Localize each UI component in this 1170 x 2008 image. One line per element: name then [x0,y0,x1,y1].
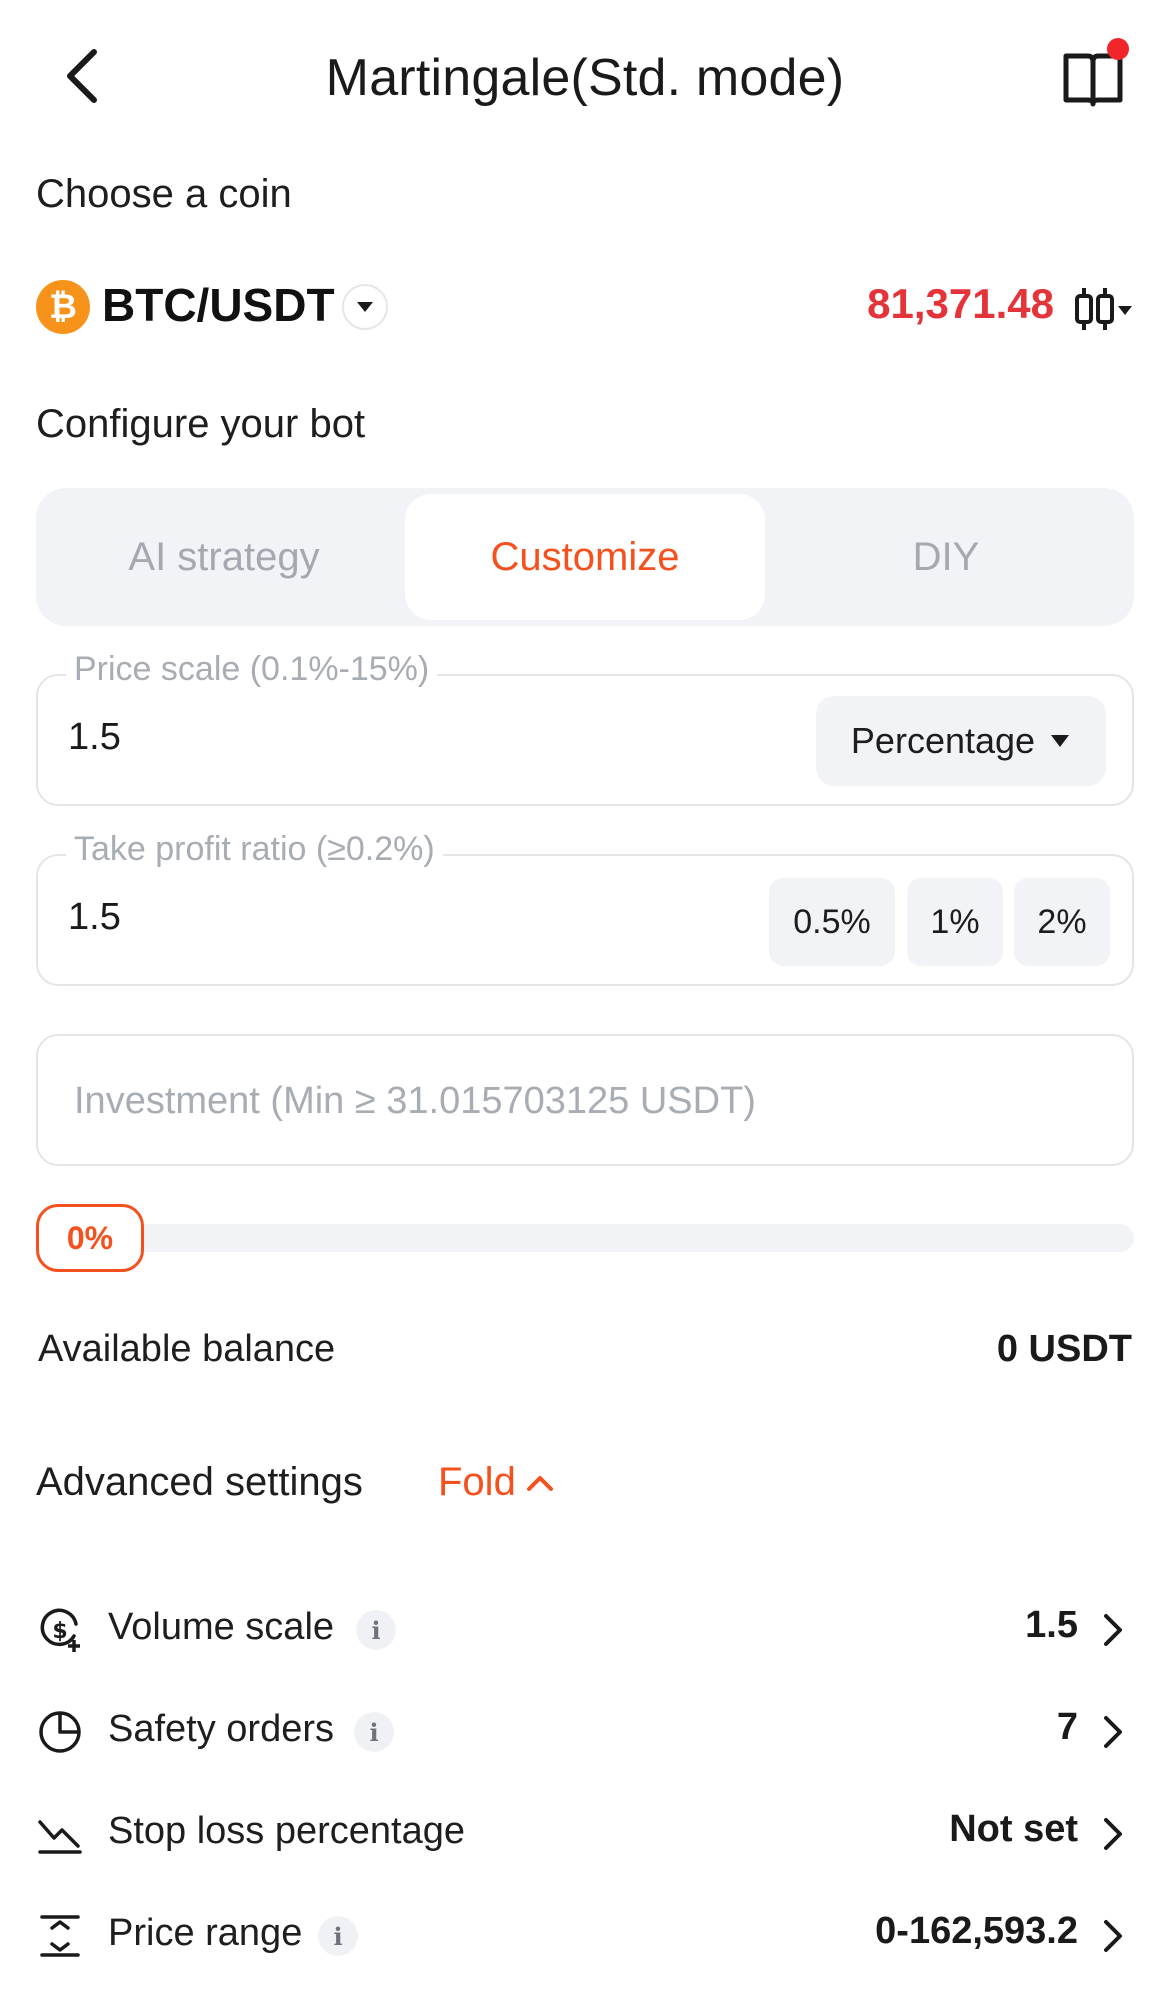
preset-chip-1[interactable]: 1% [907,878,1003,966]
safety-orders-value: 7 [1056,1706,1078,1748]
available-balance-value: 0 USDT [996,1328,1132,1370]
coin-pair[interactable]: BTC/USDT [102,278,335,332]
investment-input[interactable]: Investment (Min ≥ 31.015703125 USDT) [74,1080,756,1123]
setting-row-stop-loss[interactable]: Stop loss percentage Not set [36,1802,1134,1866]
candlestick-icon [1075,288,1132,330]
btc-coin-icon: ₿ [36,280,90,334]
stop-loss-value: Not set [949,1808,1078,1850]
caret-down-icon [357,302,373,312]
chevron-up-icon [526,1475,553,1491]
setting-row-price-range[interactable]: Price range i 0-162,593.2 [36,1904,1134,1968]
svg-text:$: $ [52,1619,67,1644]
caret-down-icon [1051,735,1070,747]
price-scale-input[interactable]: 1.5 [68,716,121,759]
pie-chart-icon [39,1711,81,1753]
chevron-right-icon [1104,1716,1122,1748]
price-scale-field[interactable]: Price scale (0.1%-15%) 1.5 Percentage [36,650,1134,806]
coin-selector-row: ₿ BTC/USDT 81,371.48 [36,278,1136,338]
dollar-cycle-icon: $ [40,1608,80,1652]
configure-bot-label: Configure your bot [36,402,366,446]
safety-orders-label: Safety orders [108,1708,334,1750]
setting-row-safety-orders[interactable]: Safety orders i 7 [36,1700,1134,1764]
kline-chart-button[interactable] [1072,284,1136,334]
tab-diy[interactable]: DIY [766,494,1126,620]
unit-select-label: Percentage [850,720,1036,761]
chevron-right-icon [1104,1614,1122,1646]
info-icon[interactable]: i [318,1916,358,1956]
choose-coin-label: Choose a coin [36,172,292,216]
tab-customize[interactable]: Customize [405,494,765,620]
tab-ai-strategy[interactable]: AI strategy [44,494,404,620]
info-icon[interactable]: i [356,1610,396,1650]
chevron-right-icon [1104,1920,1122,1952]
take-profit-input[interactable]: 1.5 [68,896,121,939]
volume-scale-value: 1.5 [1025,1604,1078,1646]
price-range-value: 0-162,593.2 [875,1910,1078,1952]
fold-button[interactable]: Fold [438,1460,554,1505]
page-title: Martingale(Std. mode) [325,49,845,107]
price-range-icon [40,1915,80,1957]
header-bar: Martingale(Std. mode) [0,0,1170,152]
price-scale-unit-select[interactable]: Percentage [816,696,1106,786]
advanced-settings-title: Advanced settings [36,1460,363,1504]
take-profit-label: Take profit ratio (≥0.2%) [66,830,443,869]
preset-chip-0-5[interactable]: 0.5% [769,878,895,966]
preset-chip-2[interactable]: 2% [1014,878,1110,966]
available-balance-label: Available balance [38,1328,336,1370]
setting-row-volume-scale[interactable]: $ Volume scale i 1.5 [36,1598,1134,1662]
coin-dropdown-button[interactable] [342,284,388,330]
investment-slider-thumb[interactable]: 0% [36,1204,144,1272]
trend-down-icon [38,1820,82,1854]
strategy-segmented-control: AI strategy Customize DIY [36,488,1134,626]
investment-slider-track[interactable] [36,1224,1134,1252]
chevron-right-icon [1104,1818,1122,1850]
info-icon[interactable]: i [354,1712,394,1752]
stop-loss-label: Stop loss percentage [108,1810,466,1852]
fold-label: Fold [438,1460,516,1504]
volume-scale-label: Volume scale [108,1606,335,1648]
price-range-label: Price range [108,1912,303,1954]
notification-dot [1107,38,1129,60]
take-profit-field[interactable]: Take profit ratio (≥0.2%) 1.5 0.5% 1% 2% [36,830,1134,986]
price-scale-label: Price scale (0.1%-15%) [66,650,438,689]
investment-field[interactable]: Investment (Min ≥ 31.015703125 USDT) [36,1034,1134,1166]
coin-price: 81,371.48 [867,280,1054,327]
